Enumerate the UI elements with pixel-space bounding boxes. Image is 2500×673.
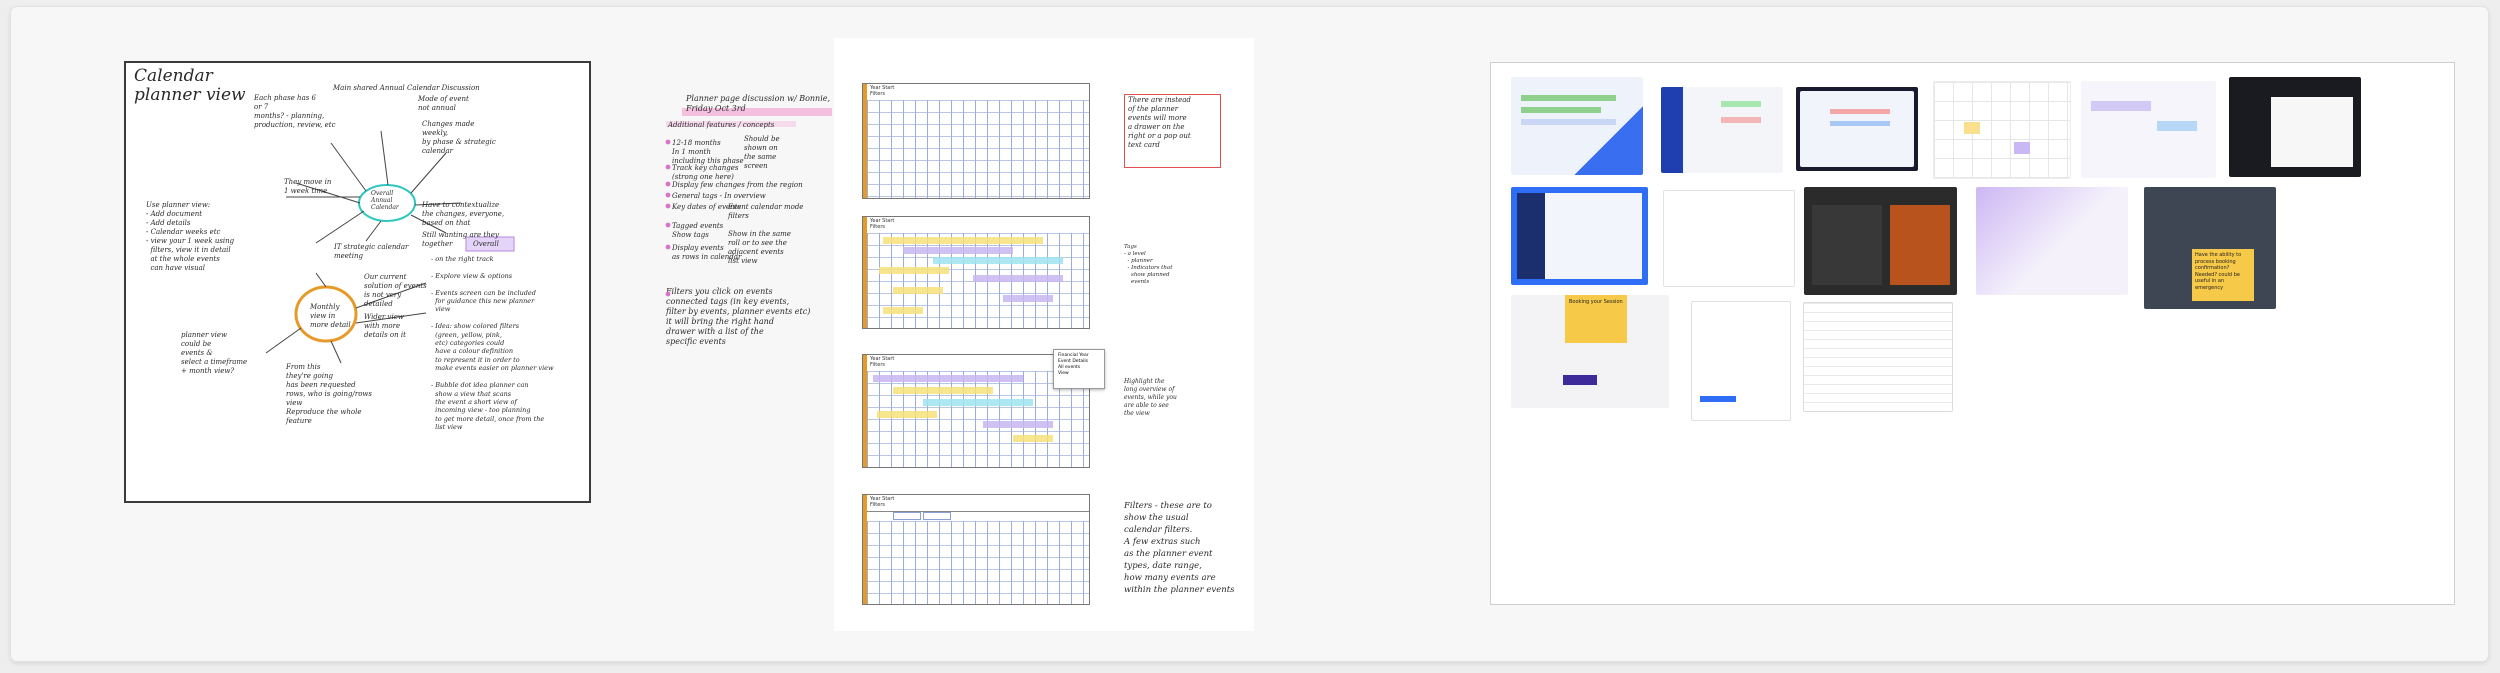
event-bar[interactable] [923,399,1033,406]
note-bullets [665,139,671,297]
planner-wireframe-events[interactable]: Year Start Filters [862,216,1090,329]
inspiration-thumb[interactable]: Have the ability to process booking conf… [2144,187,2276,309]
event-bar[interactable] [933,257,1063,264]
event-bar[interactable] [893,287,943,294]
wireframe-header [867,217,1089,234]
sticky-note: Have the ability to process booking conf… [2192,249,2254,301]
note-strategic-meeting: IT strategic calendar meeting [334,243,409,260]
feature-same-screen: Should be shown on the same screen [744,135,780,170]
inspiration-thumb[interactable] [1933,81,2071,179]
note-week-time: They move in 1 week time [284,178,332,195]
event-bar[interactable] [873,375,1023,382]
note-main-discussion: Main shared Annual Calendar Discussion [333,84,480,92]
note-wider-view: Wider view with more details on it [364,313,406,339]
event-bar[interactable] [983,421,1053,428]
planner-view-sketch-card[interactable]: Calendar planner view Main shared Annual… [124,61,591,503]
inspiration-thumb[interactable] [1661,87,1783,173]
features-heading: Additional features / concepts [668,121,775,129]
event-bar[interactable] [883,237,1043,244]
wireframe-header [867,495,1089,512]
event-bar[interactable] [903,247,1013,254]
note-current-solution: Our current solution of events is not ve… [364,273,427,308]
inspiration-thumb[interactable] [1804,187,1957,295]
inspiration-thumb[interactable] [1976,187,2128,295]
discussion-title: Planner page discussion w/ Bonnie, Frida… [686,94,831,113]
note-phases: Each phase has 6 or 7 months? - planning… [254,94,336,129]
inspiration-thumb[interactable] [1511,77,1643,175]
inspiration-thumb[interactable] [2081,81,2216,178]
feature-same-roll: Show in the same roll or to see the adja… [728,230,791,265]
planner-wireframe-highlight[interactable]: Year Start Filters Financial Year Event … [862,349,1105,468]
filter-chip[interactable] [893,512,921,520]
note-reproduce: Reproduce the whole feature [286,408,362,425]
overall-tag-label: Overall [473,240,499,248]
popup-text: Financial Year Event Details All events … [1058,353,1089,376]
feature-filters: Event calendar mode filters [728,203,804,220]
wireframe-label: Year Start Filters [870,496,895,508]
overall-calendar-label: Overall Annual Calendar [371,190,399,211]
inspiration-thumb[interactable]: Booking your Session [1511,295,1669,408]
note-contextualize: Have to contextualize the changes, every… [422,201,505,227]
planner-wireframe-filters[interactable]: Year Start Filters [862,494,1090,605]
event-bar[interactable] [877,411,937,418]
note-planner-view-select: planner view could be events & select a … [181,331,248,375]
wireframe-label: Year Start Filters [870,218,895,230]
inspiration-thumb[interactable] [1663,190,1795,287]
tags-note: Tags - a level - planner - Indicators th… [1124,244,1173,285]
calendar-grid [867,521,1089,604]
drawer-note: There are instead of the planner events … [1128,96,1191,149]
filter-chip[interactable] [923,512,951,520]
note-use-planner: Use planner view: - Add document - Add d… [146,201,235,272]
note-overall-list: - on the right track - Explore view & op… [431,255,554,432]
note-mode-of-event: Mode of event not annual [418,95,469,112]
event-bar[interactable] [1013,435,1053,442]
event-bar[interactable] [1003,295,1053,302]
inspiration-thumb[interactable] [1796,87,1918,171]
filters-note: Filters - these are to show the usual ca… [1124,501,1235,595]
event-bar[interactable] [879,267,949,274]
event-bar[interactable] [893,387,993,394]
highlight-note: Highlight the long overview of events, w… [1124,378,1177,417]
note-changes-weekly: Changes made weekly, by phase & strategi… [422,120,496,155]
wireframe-label: Year Start Filters [870,356,895,368]
inspiration-thumb[interactable] [2229,77,2361,177]
sticky-note: Booking your Session [1565,295,1627,343]
calendar-grid [867,100,1089,198]
event-popup[interactable]: Financial Year Event Details All events … [1053,349,1105,389]
inspiration-thumb[interactable] [1691,301,1791,421]
note-from-this: From this they're going has been request… [286,363,373,407]
inspiration-thumb[interactable] [1803,302,1953,412]
inspiration-thumb[interactable] [1511,187,1648,285]
inspiration-moodboard[interactable]: Have the ability to process booking conf… [1490,62,2455,605]
planner-wireframe-empty[interactable]: Year Start Filters [862,83,1090,199]
event-bar[interactable] [883,307,923,314]
monthly-view-label: Monthly view in more detail [310,303,351,329]
wireframe-header [867,84,1089,101]
event-bar[interactable] [973,275,1063,282]
wireframe-label: Year Start Filters [870,85,895,97]
planner-wireframes-card[interactable]: Year Start Filters Year Start Filters Ye… [834,38,1254,631]
